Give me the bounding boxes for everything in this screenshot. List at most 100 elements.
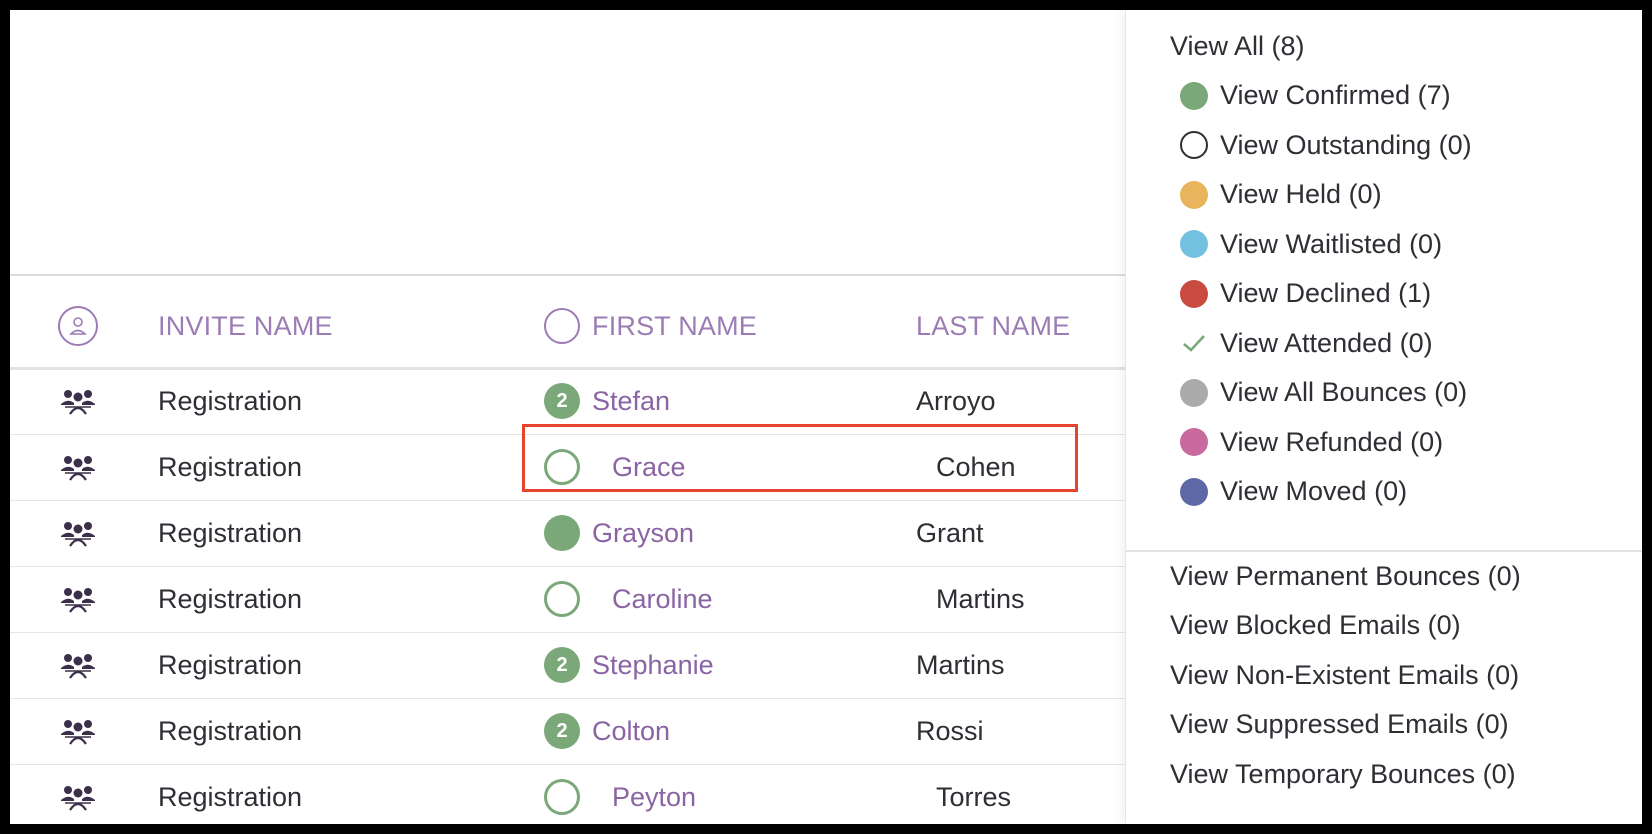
filter-label: View Moved (0) bbox=[1220, 476, 1408, 506]
status-filter-dropdown[interactable]: View All (8) View Confirmed (7) View Outst… bbox=[1126, 10, 1642, 824]
header-last-name[interactable]: LAST NAME bbox=[916, 285, 1070, 367]
filter-view-held[interactable]: View Held (0) bbox=[1180, 175, 1382, 215]
status-badge[interactable]: 2 bbox=[542, 632, 582, 698]
first-name-link[interactable]: Peyton bbox=[612, 764, 696, 824]
filter-view-all-bounces[interactable]: View All Bounces (0) bbox=[1180, 373, 1467, 413]
status-dot-icon bbox=[1180, 180, 1208, 209]
group-icon bbox=[56, 368, 100, 434]
confirmed-status-icon bbox=[544, 515, 580, 551]
user-avatar-icon bbox=[58, 306, 98, 346]
filter-label: View Permanent Bounces (0) bbox=[1170, 560, 1521, 591]
group-icon bbox=[56, 698, 100, 764]
group-icon bbox=[56, 632, 100, 698]
group-icon bbox=[56, 566, 100, 632]
status-circle-icon bbox=[544, 308, 580, 344]
checkmark-icon bbox=[1180, 329, 1208, 357]
filter-view-temporary-bounces[interactable]: View Temporary Bounces (0) bbox=[1170, 754, 1516, 794]
first-name-link[interactable]: Grace bbox=[612, 434, 686, 500]
table-row[interactable]: Registration Grayson Grant bbox=[10, 500, 1135, 567]
status-dot-icon bbox=[1180, 477, 1208, 506]
outstanding-status-icon bbox=[544, 779, 580, 815]
confirmed-status-icon: 2 bbox=[544, 647, 580, 683]
table-row[interactable]: Registration Caroline Martins bbox=[10, 566, 1135, 633]
first-name-link[interactable]: Colton bbox=[592, 698, 670, 764]
filter-label: View Attended (0) bbox=[1220, 327, 1433, 358]
last-name: Rossi bbox=[916, 715, 984, 746]
filter-label: View Outstanding (0) bbox=[1220, 129, 1472, 160]
filter-view-waitlisted[interactable]: View Waitlisted (0) bbox=[1180, 224, 1442, 264]
filter-view-all[interactable]: View All (8) bbox=[1170, 26, 1305, 66]
filter-label: View All Bounces (0) bbox=[1220, 377, 1468, 407]
first-name-link[interactable]: Stephanie bbox=[592, 632, 714, 698]
outstanding-status-icon bbox=[544, 581, 580, 617]
filter-view-blocked-emails[interactable]: View Blocked Emails (0) bbox=[1170, 606, 1461, 646]
table-row[interactable]: Registration 2 Colton Rossi bbox=[10, 698, 1135, 765]
status-dot-icon bbox=[1180, 378, 1208, 407]
first-name-link[interactable]: Stefan bbox=[592, 368, 670, 434]
status-badge[interactable] bbox=[542, 434, 582, 500]
table-row[interactable]: Registration 2 Stephanie Martins bbox=[10, 632, 1135, 699]
header-first-name[interactable]: FIRST NAME bbox=[592, 285, 757, 367]
last-name: Martins bbox=[916, 649, 1005, 680]
filter-view-moved[interactable]: View Moved (0) bbox=[1180, 472, 1407, 512]
status-dot-icon bbox=[1180, 81, 1208, 110]
filter-label: View Held (0) bbox=[1220, 179, 1382, 209]
filter-view-non-existent-emails[interactable]: View Non-Existent Emails (0) bbox=[1170, 655, 1519, 695]
filter-view-declined[interactable]: View Declined (1) bbox=[1180, 274, 1431, 314]
status-badge[interactable] bbox=[542, 764, 582, 824]
table-top-divider bbox=[10, 274, 1135, 276]
outstanding-status-icon bbox=[544, 449, 580, 485]
table-row[interactable]: Registration 2 Stefan Arroyo bbox=[10, 368, 1135, 435]
invite-name: Registration bbox=[158, 583, 303, 614]
filter-label: View Suppressed Emails (0) bbox=[1170, 709, 1509, 739]
invite-name: Registration bbox=[158, 385, 303, 416]
filter-label: View Refunded (0) bbox=[1220, 426, 1444, 457]
last-name: Arroyo bbox=[916, 385, 996, 416]
status-badge[interactable]: 2 bbox=[542, 698, 582, 764]
invite-name: Registration bbox=[158, 781, 303, 812]
header-invite-name[interactable]: INVITE NAME bbox=[158, 285, 333, 367]
invite-name: Registration bbox=[158, 451, 303, 482]
filter-view-refunded[interactable]: View Refunded (0) bbox=[1180, 422, 1443, 462]
status-dot-icon bbox=[1180, 230, 1208, 258]
table-header: INVITE NAME FIRST NAME LAST NAME bbox=[10, 285, 1135, 370]
filter-label: View All (8) bbox=[1170, 30, 1305, 61]
main-frame: INVITE NAME FIRST NAME LAST NAME Registr… bbox=[10, 10, 1642, 824]
confirmed-status-icon: 2 bbox=[544, 713, 580, 749]
group-icon bbox=[56, 764, 100, 824]
filter-label: View Temporary Bounces (0) bbox=[1170, 758, 1516, 789]
last-name: Martins bbox=[936, 583, 1025, 614]
guest-count: 2 bbox=[556, 389, 568, 412]
dropdown-divider bbox=[1126, 550, 1642, 552]
header-avatar-column[interactable] bbox=[56, 285, 100, 367]
filter-view-permanent-bounces[interactable]: View Permanent Bounces (0) bbox=[1170, 556, 1521, 596]
last-name: Grant bbox=[916, 517, 984, 548]
status-dot-icon bbox=[1180, 279, 1208, 308]
status-badge[interactable] bbox=[542, 566, 582, 632]
guest-count: 2 bbox=[556, 653, 568, 676]
first-name-link[interactable]: Grayson bbox=[592, 500, 694, 566]
status-badge[interactable]: 2 bbox=[542, 368, 582, 434]
invite-name: Registration bbox=[158, 649, 303, 680]
filter-label: View Non-Existent Emails (0) bbox=[1170, 659, 1520, 690]
guest-count: 2 bbox=[556, 719, 568, 742]
header-status-column[interactable] bbox=[542, 285, 582, 367]
filter-label: View Confirmed (7) bbox=[1220, 80, 1451, 110]
filter-view-attended[interactable]: View Attended (0) bbox=[1180, 323, 1433, 363]
status-ring-icon bbox=[1180, 131, 1208, 159]
filter-label: View Waitlisted (0) bbox=[1220, 228, 1443, 259]
filter-view-suppressed-emails[interactable]: View Suppressed Emails (0) bbox=[1170, 705, 1509, 745]
status-badge[interactable] bbox=[542, 500, 582, 566]
group-icon bbox=[56, 434, 100, 500]
filter-label: View Declined (1) bbox=[1220, 278, 1432, 308]
table-row[interactable]: Registration Peyton Torres bbox=[10, 764, 1135, 824]
group-icon bbox=[56, 500, 100, 566]
confirmed-status-icon: 2 bbox=[544, 383, 580, 419]
invite-name: Registration bbox=[158, 715, 303, 746]
filter-view-confirmed[interactable]: View Confirmed (7) bbox=[1180, 76, 1451, 116]
table-row[interactable]: Registration Grace Cohen bbox=[10, 434, 1135, 501]
filter-label: View Blocked Emails (0) bbox=[1170, 610, 1461, 640]
first-name-link[interactable]: Caroline bbox=[612, 566, 713, 632]
last-name: Cohen bbox=[936, 451, 1016, 482]
filter-view-outstanding[interactable]: View Outstanding (0) bbox=[1180, 125, 1472, 165]
